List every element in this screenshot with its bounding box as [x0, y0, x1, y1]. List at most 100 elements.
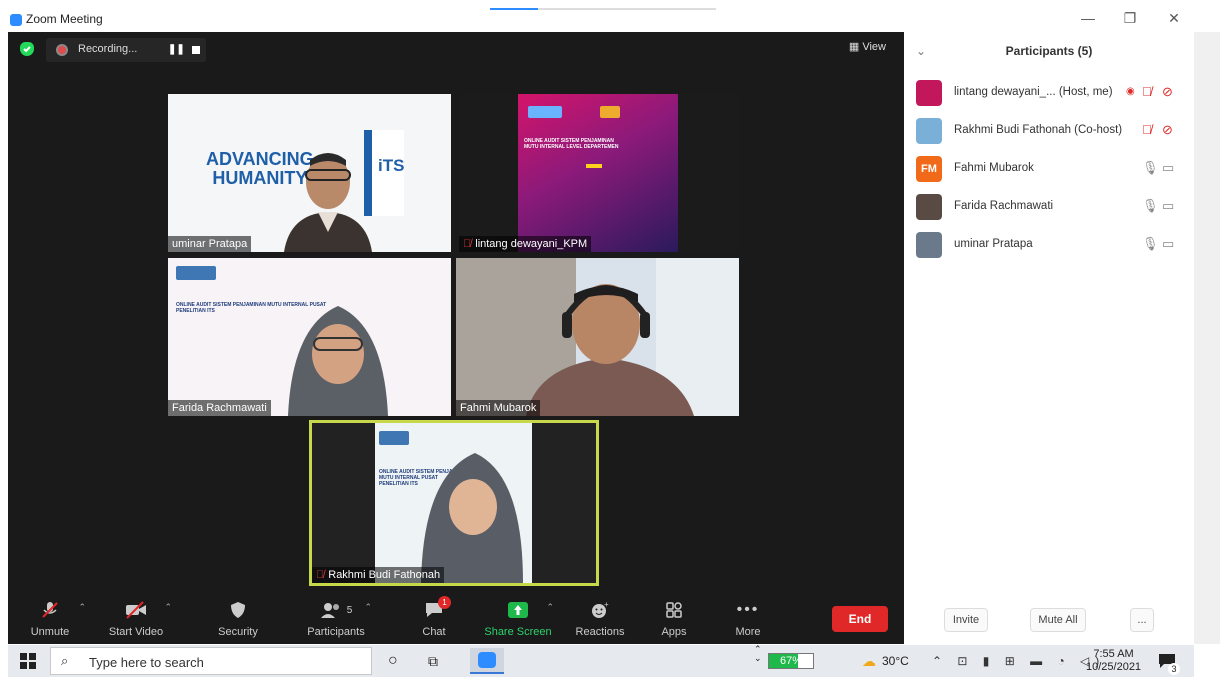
participant-name: lintang dewayani_... (Host, me): [954, 86, 1113, 98]
search-placeholder: Type here to search: [89, 655, 204, 670]
slide-logo: [176, 266, 216, 280]
temperature-label: 30°C: [882, 654, 909, 668]
participant-video-icon: [288, 306, 388, 416]
tile-name-label: Farida Rachmawati: [168, 400, 271, 416]
close-button[interactable]: ✕: [1162, 10, 1186, 27]
participants-panel-title: Participants (5): [1005, 44, 1093, 58]
mic-icon[interactable]: 🎙: [1142, 160, 1159, 176]
slide-title: ONLINE AUDIT SISTEM PENJAMINAN MUTU INTE…: [524, 138, 619, 150]
pause-recording-icon[interactable]: ❚❚: [168, 44, 185, 55]
zoom-taskbar-button[interactable]: [470, 648, 504, 674]
battery-indicator[interactable]: 67%: [768, 653, 814, 669]
battery-percent: 67%: [779, 655, 803, 667]
clock[interactable]: 7:55 AM 10/25/2021: [1086, 645, 1141, 677]
shield-icon: [198, 598, 278, 622]
slide-logo: [528, 106, 562, 118]
minimize-button[interactable]: —: [1076, 10, 1100, 26]
end-meeting-button[interactable]: End: [832, 606, 888, 632]
participant-video-icon: [284, 153, 372, 252]
video-tile-fahmi[interactable]: Fahmi Mubarok: [456, 258, 739, 416]
start-video-button[interactable]: ⌃ Start Video: [96, 598, 176, 638]
unmute-button[interactable]: ⌃ Unmute: [10, 598, 90, 638]
task-view-icon[interactable]: ⧉: [428, 645, 438, 677]
avatar: FM: [916, 156, 942, 182]
participant-row[interactable]: Rakhmi Budi Fathonah (Co-host) 🎙̸ ⊘: [914, 116, 1186, 146]
search-icon: ⌕: [61, 653, 69, 668]
taskbar-search-input[interactable]: ⌕ Type here to search: [50, 647, 372, 675]
grid-icon: ▦: [848, 41, 860, 53]
share-screen-button[interactable]: ⌃ Share Screen: [478, 598, 558, 638]
notification-count: 3: [1168, 663, 1180, 675]
its-logo-text: iTS: [378, 156, 405, 175]
chevron-up-icon[interactable]: ⌃: [364, 602, 372, 613]
reactions-button[interactable]: + Reactions: [560, 598, 640, 638]
svg-text:+: +: [604, 600, 609, 609]
invite-button[interactable]: Invite: [944, 608, 988, 632]
video-tile-lintang[interactable]: ONLINE AUDIT SISTEM PENJAMINAN MUTU INTE…: [459, 94, 739, 252]
zoom-app-icon: [478, 652, 496, 668]
participant-video-icon: [421, 453, 523, 583]
participant-row[interactable]: Farida Rachmawati 🎙 ▭: [914, 192, 1186, 222]
participants-button[interactable]: 5 ⌃ Participants: [296, 598, 376, 638]
mic-icon[interactable]: 🎙: [1142, 198, 1159, 214]
notification-center-icon[interactable]: 3: [1158, 645, 1180, 677]
weather-sun-icon: ☁: [862, 652, 876, 669]
slide-logo: [379, 431, 409, 445]
background-window-edge: [1194, 32, 1220, 644]
video-tile-farida[interactable]: ONLINE AUDIT SISTEM PENJAMINAN MUTU INTE…: [168, 258, 451, 416]
video-camera-icon[interactable]: ▭: [1162, 198, 1174, 214]
security-label: Security: [218, 626, 258, 638]
mic-icon[interactable]: 🎙: [1142, 236, 1159, 252]
mic-muted-icon[interactable]: 🎙̸: [1142, 84, 1152, 99]
meeting-toolbar: ⌃ Unmute ⌃ Start Video Security 5 ⌃ Part…: [8, 596, 904, 644]
video-camera-icon[interactable]: ▭: [1162, 236, 1174, 252]
weather-widget[interactable]: ☁ 30°C: [862, 645, 909, 677]
battery-chevron-icon[interactable]: ⌃ ⌄: [754, 645, 762, 677]
view-button[interactable]: ▦ View: [849, 40, 886, 53]
participants-label: Participants: [307, 626, 365, 638]
avatar: [916, 118, 942, 144]
system-tray-icons[interactable]: ⌃ ⊡ ▮ ⊞ ▬ ◔ ◁): [932, 645, 1105, 677]
video-tile-uminar[interactable]: ADVANCING HUMANITY iTS uminar Pratapa: [168, 94, 451, 252]
more-dots-icon: •••: [736, 601, 760, 618]
video-off-icon[interactable]: ⊘: [1162, 122, 1173, 138]
video-off-icon[interactable]: ⊘: [1162, 84, 1173, 100]
mute-all-button[interactable]: Mute All: [1030, 608, 1086, 632]
video-camera-icon[interactable]: ▭: [1162, 160, 1174, 176]
recording-indicator-icon: ◉: [1126, 86, 1135, 97]
more-button[interactable]: ••• More: [708, 598, 788, 638]
participant-name: Fahmi Mubarok: [954, 162, 1034, 174]
emoji-plus-icon: +: [560, 598, 640, 622]
mic-muted-icon: 🎙̸: [316, 569, 325, 581]
chevron-up-icon[interactable]: ⌃: [78, 602, 86, 613]
apps-icon: [634, 598, 714, 622]
cortana-icon[interactable]: ○: [388, 645, 398, 677]
tile-name-label: Fahmi Mubarok: [456, 400, 541, 416]
tile-name-label: 🎙̸ Rakhmi Budi Fathonah: [312, 567, 445, 583]
tile-name-label: uminar Pratapa: [168, 236, 252, 252]
participant-row[interactable]: FM Fahmi Mubarok 🎙 ▭: [914, 154, 1186, 184]
chevron-up-icon[interactable]: ⌃: [164, 602, 172, 613]
tile-name-text: lintang dewayani_KPM: [475, 238, 588, 250]
start-video-label: Start Video: [108, 626, 164, 638]
title-bar: Zoom Meeting — ❐ ✕: [0, 8, 1220, 32]
chat-button[interactable]: 1 Chat: [394, 596, 474, 638]
video-tile-rakhmi[interactable]: ONLINE AUDIT SISTEM PENJAMINAN MUTU INTE…: [309, 420, 599, 586]
chevron-up-icon[interactable]: ⌃: [546, 602, 554, 613]
participant-row[interactable]: uminar Pratapa 🎙 ▭: [914, 230, 1186, 260]
windows-start-icon[interactable]: [20, 645, 36, 677]
encryption-shield-icon[interactable]: [20, 42, 34, 56]
more-label: More: [735, 626, 761, 638]
reactions-label: Reactions: [575, 626, 625, 638]
participant-row[interactable]: lintang dewayani_... (Host, me) ◉ 🎙̸ ⊘: [914, 78, 1186, 108]
stop-recording-icon[interactable]: [192, 46, 200, 54]
video-frame: ONLINE AUDIT SISTEM PENJAMINAN MUTU INTE…: [375, 423, 532, 583]
apps-button[interactable]: Apps: [634, 598, 714, 638]
chat-label: Chat: [422, 626, 446, 638]
restore-button[interactable]: ❐: [1118, 10, 1142, 27]
slide-year-bar: [586, 164, 602, 168]
mic-muted-icon[interactable]: 🎙̸: [1142, 122, 1152, 137]
security-button[interactable]: Security: [198, 598, 278, 638]
more-options-button[interactable]: ...: [1130, 608, 1154, 632]
avatar: [916, 232, 942, 258]
